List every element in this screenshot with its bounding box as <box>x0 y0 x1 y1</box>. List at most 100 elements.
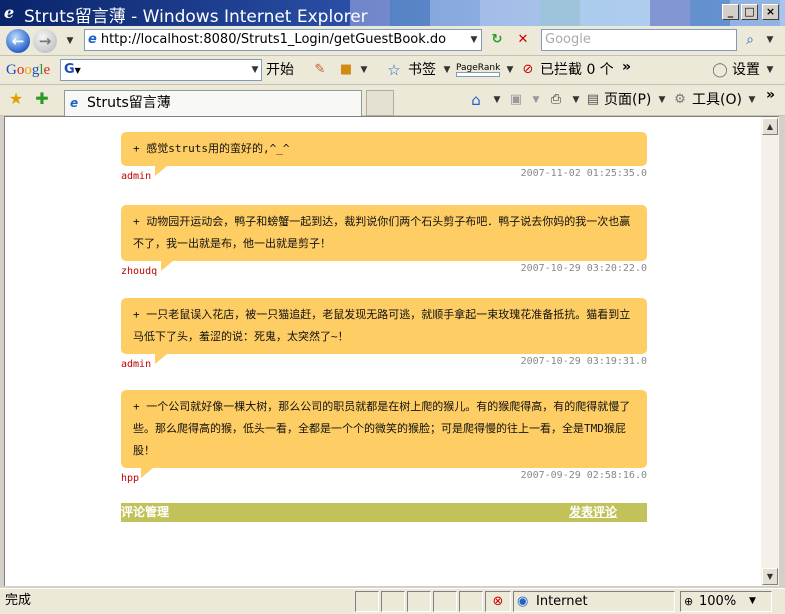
stop-icon[interactable]: ✕ <box>513 30 533 50</box>
bookmarks-button[interactable]: 书签 <box>408 60 436 80</box>
bookmarks-dropdown-icon[interactable]: ▼ <box>437 60 457 80</box>
google-search-dropdown-icon[interactable]: ▼ <box>245 60 265 80</box>
globe-icon: ◉ <box>517 594 529 609</box>
search-input[interactable]: Google <box>541 29 737 51</box>
status-text: 完成 <box>5 593 32 608</box>
google-apps-icon[interactable]: ■ <box>336 60 356 80</box>
tools-dropdown-icon[interactable]: ▼ <box>742 90 762 110</box>
search-icon[interactable]: ⌕ <box>740 30 760 50</box>
zoom-level: 100% <box>699 594 737 609</box>
page-content: + 感觉struts用的蛮好的,^_^ admin 2007-11-02 01:… <box>4 116 761 586</box>
zoom-icon: ⊕ <box>684 595 694 608</box>
address-toolbar: ← → ▼ e http://localhost:8080/Struts1_Log… <box>0 26 785 56</box>
status-panel <box>407 591 431 612</box>
message-date: 2007-11-02 01:25:35.0 <box>520 168 647 179</box>
page-menu-dropdown-icon[interactable]: ▼ <box>652 90 672 110</box>
message-bubble: + 感觉struts用的蛮好的,^_^ <box>121 132 647 176</box>
star-bookmark-icon[interactable]: ☆ <box>384 60 404 80</box>
scroll-down-button[interactable]: ▼ <box>762 568 778 585</box>
ie-logo-icon: e <box>4 3 15 22</box>
google-start-button[interactable]: 开始 <box>266 60 294 80</box>
settings-circle-icon: ◯ <box>712 62 728 78</box>
title-bar-decoration <box>350 0 785 26</box>
tab-bar: ★ ✚ e Struts留言薄 ⌂ ▼ ▣ ▼ ⎙ ▼ ▤ 页面(P) ▼ ⚙ 工… <box>0 85 785 116</box>
tools-menu-button[interactable]: 工具(O) <box>692 90 742 110</box>
guestbook-footer-bar: 评论管理 发表评论 <box>121 503 647 522</box>
commandbar-more-button[interactable]: » <box>766 85 775 105</box>
popup-blocker-icon: ⊘ <box>522 62 534 77</box>
page-menu-button[interactable]: 页面(P) <box>604 90 651 110</box>
google-logo: Google <box>6 62 51 78</box>
message-author: admin <box>121 171 152 182</box>
apps-dropdown-icon[interactable]: ▼ <box>354 60 374 80</box>
tab-guestbook[interactable]: e Struts留言薄 <box>64 90 362 116</box>
pagerank-dropdown-icon[interactable]: ▼ <box>500 60 520 80</box>
title-bar: e Struts留言薄 - Windows Internet Explorer … <box>0 0 785 27</box>
manage-comments-link[interactable]: 评论管理 <box>121 503 169 522</box>
message-date: 2007-10-29 03:19:31.0 <box>520 356 647 367</box>
message-date: 2007-09-29 02:58:16.0 <box>520 470 647 481</box>
message-text: + 感觉struts用的蛮好的,^_^ <box>133 142 290 155</box>
google-g-icon: G <box>64 62 75 77</box>
print-icon[interactable]: ⎙ <box>546 90 566 110</box>
message-bubble: + 一个公司就好像一棵大树，那么公司的职员就都是在树上爬的猴儿。有的猴爬得高，有… <box>121 390 647 478</box>
vertical-scrollbar[interactable]: ▲ ▼ <box>761 116 779 586</box>
close-button[interactable]: × <box>762 4 779 20</box>
tab-label: Struts留言薄 <box>87 95 171 111</box>
search-options-icon[interactable]: ▼ <box>760 30 780 50</box>
window-title: Struts留言薄 - Windows Internet Explorer <box>24 7 368 27</box>
new-tab-button[interactable] <box>366 90 394 116</box>
message-card: + 一个公司就好像一棵大树，那么公司的职员就都是在树上爬的猴儿。有的猴爬得高，有… <box>121 390 647 488</box>
history-dropdown-icon[interactable]: ▼ <box>60 31 80 51</box>
message-text: + 一只老鼠误入花店，被一只猫追赶，老鼠发现无路可逃，就顺手拿起一束玫瑰花准备抵… <box>133 308 631 343</box>
settings-dropdown-icon[interactable]: ▼ <box>760 60 780 80</box>
status-panel <box>459 591 483 612</box>
tab-page-icon: e <box>70 96 79 110</box>
home-dropdown-icon[interactable]: ▼ <box>487 90 507 110</box>
favorites-star-icon[interactable]: ★ <box>6 89 26 109</box>
message-meta: zhoudq 2007-10-29 03:20:22.0 <box>121 263 647 281</box>
message-text: + 动物园开运动会，鸭子和螃蟹一起到达，裁判说你们两个石头剪子布吧．鸭子说去你妈… <box>133 215 631 250</box>
message-meta: hpp 2007-09-29 02:58:16.0 <box>121 470 647 488</box>
scroll-up-button[interactable]: ▲ <box>762 118 778 135</box>
protected-mode-icon[interactable]: ⊗ <box>485 591 511 612</box>
message-text: + 一个公司就好像一棵大树，那么公司的职员就都是在树上爬的猴儿。有的猴爬得高，有… <box>133 400 631 457</box>
zoom-control[interactable]: ⊕ 100% ▼ <box>680 591 772 612</box>
message-meta: admin 2007-10-29 03:19:31.0 <box>121 356 647 374</box>
status-bar: 完成 ⊗ ◉ Internet ⊕ 100% ▼ <box>0 588 785 614</box>
zoom-dropdown-icon[interactable]: ▼ <box>749 592 756 611</box>
message-card: + 一只老鼠误入花店，被一只猫追赶，老鼠发现无路可逃，就顺手拿起一束玫瑰花准备抵… <box>121 298 647 374</box>
status-panel <box>381 591 405 612</box>
back-button[interactable]: ← <box>6 29 30 53</box>
popup-blocked-count[interactable]: 已拦截 0 个 <box>540 60 614 80</box>
zone-label: Internet <box>536 594 588 609</box>
google-more-button[interactable]: » <box>622 57 631 77</box>
feeds-icon[interactable]: ▣ <box>506 90 526 110</box>
refresh-icon[interactable]: ↻ <box>487 30 507 50</box>
message-author: hpp <box>121 473 140 484</box>
address-url: http://localhost:8080/Struts1_Login/getG… <box>100 32 447 47</box>
settings-button[interactable]: 设置 <box>732 60 760 80</box>
message-author: admin <box>121 359 152 370</box>
maximize-button[interactable]: □ <box>741 4 758 20</box>
google-search-input[interactable]: G▼ <box>60 59 262 81</box>
add-favorites-icon[interactable]: ✚ <box>32 89 52 109</box>
home-icon[interactable]: ⌂ <box>466 90 486 110</box>
feeds-dropdown-icon[interactable]: ▼ <box>526 90 546 110</box>
message-bubble: + 动物园开运动会，鸭子和螃蟹一起到达，裁判说你们两个石头剪子布吧．鸭子说去你妈… <box>121 205 647 271</box>
message-author: zhoudq <box>121 266 158 277</box>
page-icon-cmd: ▤ <box>586 92 600 107</box>
minimize-button[interactable]: _ <box>722 4 739 20</box>
message-meta: admin 2007-11-02 01:25:35.0 <box>121 168 647 186</box>
pagerank-bar <box>456 72 500 77</box>
security-zone[interactable]: ◉ Internet <box>513 591 675 612</box>
post-comment-link[interactable]: 发表评论 <box>569 503 617 522</box>
message-card: + 动物园开运动会，鸭子和螃蟹一起到达，裁判说你们两个石头剪子布吧．鸭子说去你妈… <box>121 205 647 281</box>
google-toolbar: Google G▼ ▼ 开始 ✎ ■ ▼ ☆ 书签 ▼ PageRank ▼ ⊘… <box>0 56 785 85</box>
address-dropdown-icon[interactable]: ▼ <box>464 30 484 50</box>
address-field[interactable]: e http://localhost:8080/Struts1_Login/get… <box>84 29 482 51</box>
status-panel <box>433 591 457 612</box>
forward-button[interactable]: → <box>33 29 57 53</box>
bookmark-tool-icon[interactable]: ✎ <box>310 60 330 80</box>
tools-gear-icon: ⚙ <box>674 92 686 107</box>
